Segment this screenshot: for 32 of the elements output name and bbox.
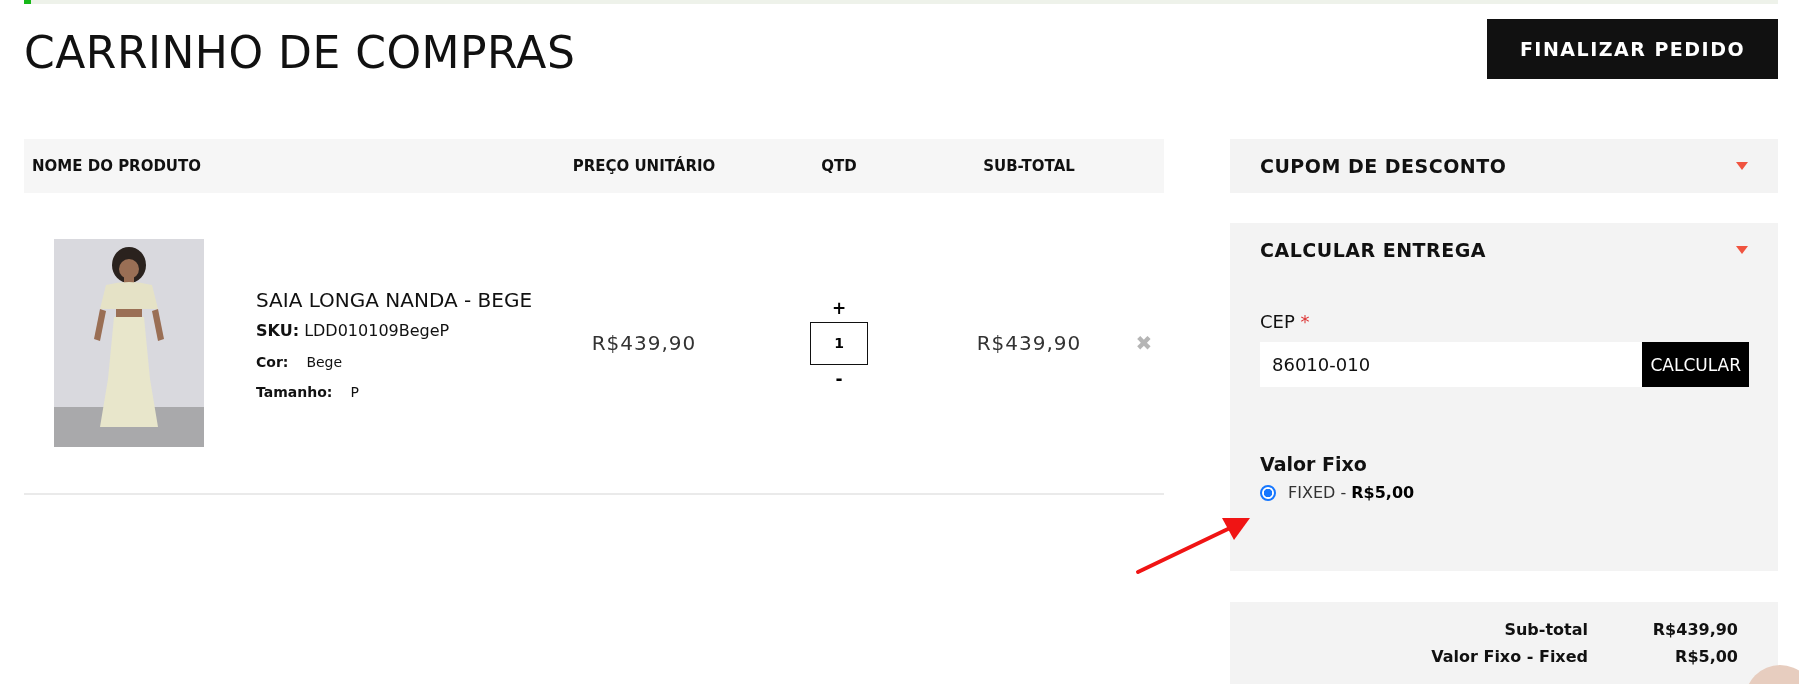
attribute-label: Cor: (256, 354, 289, 370)
unit-price: R$439,90 (590, 331, 698, 355)
total-label: Sub-total (1503, 620, 1588, 639)
panel-title[interactable]: CALCULAR ENTREGA (1260, 239, 1486, 261)
page-title: CARRINHO DE COMPRAS (24, 27, 576, 78)
panel-title[interactable]: CUPOM DE DESCONTO (1260, 155, 1507, 177)
caret-icon (1736, 246, 1748, 254)
radio-button[interactable] (1260, 484, 1276, 501)
attribute-value: Bege (306, 354, 343, 370)
attribute-value: P (350, 384, 359, 400)
calculate-button[interactable]: CALCULAR (1642, 342, 1749, 387)
total-value: R$5,00 (1674, 647, 1738, 666)
decrease-button[interactable]: - (835, 368, 843, 389)
option-label: FIXED - R$5,00 (1288, 483, 1415, 502)
product-name[interactable]: SAIA LONGA NANDA - BEGE (256, 286, 544, 315)
column-header: NOME DO PRODUTO (31, 157, 203, 175)
increase-button[interactable]: + (831, 297, 847, 318)
required-mark: * (1300, 311, 1310, 332)
total-value: R$439,90 (1651, 620, 1738, 639)
caret-icon (1736, 162, 1748, 170)
column-header: PREÇO UNITÁRIO (571, 157, 717, 175)
cep-field[interactable]: 86010-010 (1260, 342, 1643, 387)
total-label: Valor Fixo - Fixed (1430, 647, 1588, 666)
subtotal-price: R$439,90 (975, 331, 1083, 355)
shipping-method-title: Valor Fixo (1260, 453, 1368, 475)
product-sku: SKU: LDD010109BegeP (256, 321, 451, 340)
checkout-button[interactable]: FINALIZAR PEDIDO (1487, 19, 1778, 79)
column-header: SUB-TOTAL (982, 157, 1076, 175)
quantity-field[interactable]: 1 (810, 321, 868, 365)
attribute-label: Tamanho: (256, 384, 333, 400)
column-header: QTD (820, 157, 858, 175)
field-label: CEP (1260, 311, 1295, 332)
